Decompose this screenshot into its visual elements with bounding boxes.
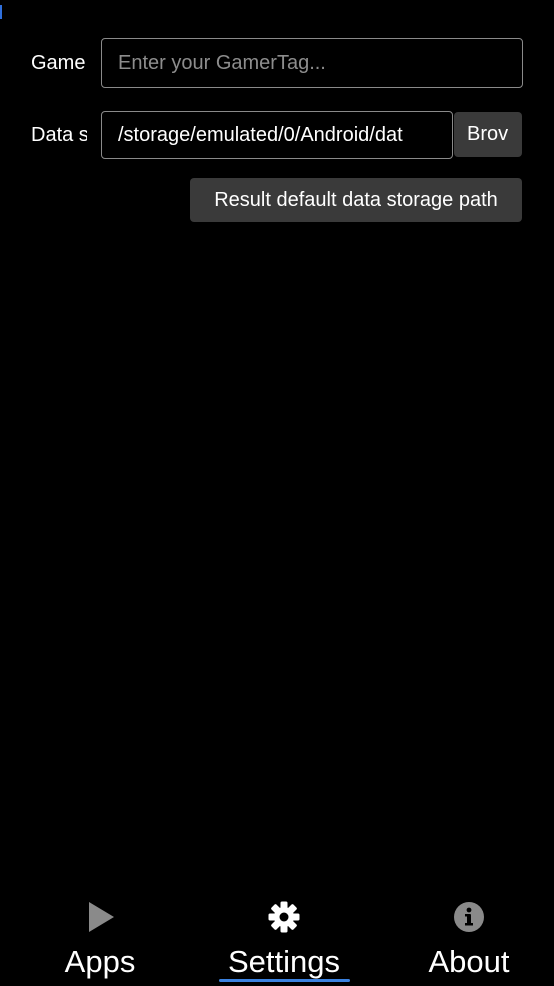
gamertag-row: Game [0, 38, 554, 88]
bottom-navigation: Apps Settings About [0, 886, 554, 986]
info-icon [454, 902, 484, 932]
play-icon [89, 902, 114, 932]
nav-label-about: About [428, 944, 510, 979]
data-storage-path-input[interactable] [101, 111, 453, 159]
nav-label-settings: Settings [227, 944, 340, 979]
nav-tab-apps[interactable]: Apps [40, 886, 160, 986]
gamertag-label: Game [31, 52, 86, 74]
nav-tab-settings[interactable]: Settings [214, 886, 354, 986]
data-storage-row: Data s Brov [0, 111, 554, 161]
data-storage-label: Data s [31, 124, 87, 146]
active-tab-indicator [219, 979, 350, 982]
nav-tab-about[interactable]: About [409, 886, 529, 986]
gamertag-input[interactable] [101, 38, 523, 88]
window-edge-marker [0, 5, 2, 19]
reset-storage-path-button[interactable]: Result default data storage path [190, 178, 522, 222]
settings-screen: Game Data s Brov Result default data sto… [0, 0, 554, 986]
browse-button[interactable]: Brov [454, 112, 522, 157]
nav-label-apps: Apps [64, 944, 136, 979]
gear-icon [268, 901, 300, 933]
